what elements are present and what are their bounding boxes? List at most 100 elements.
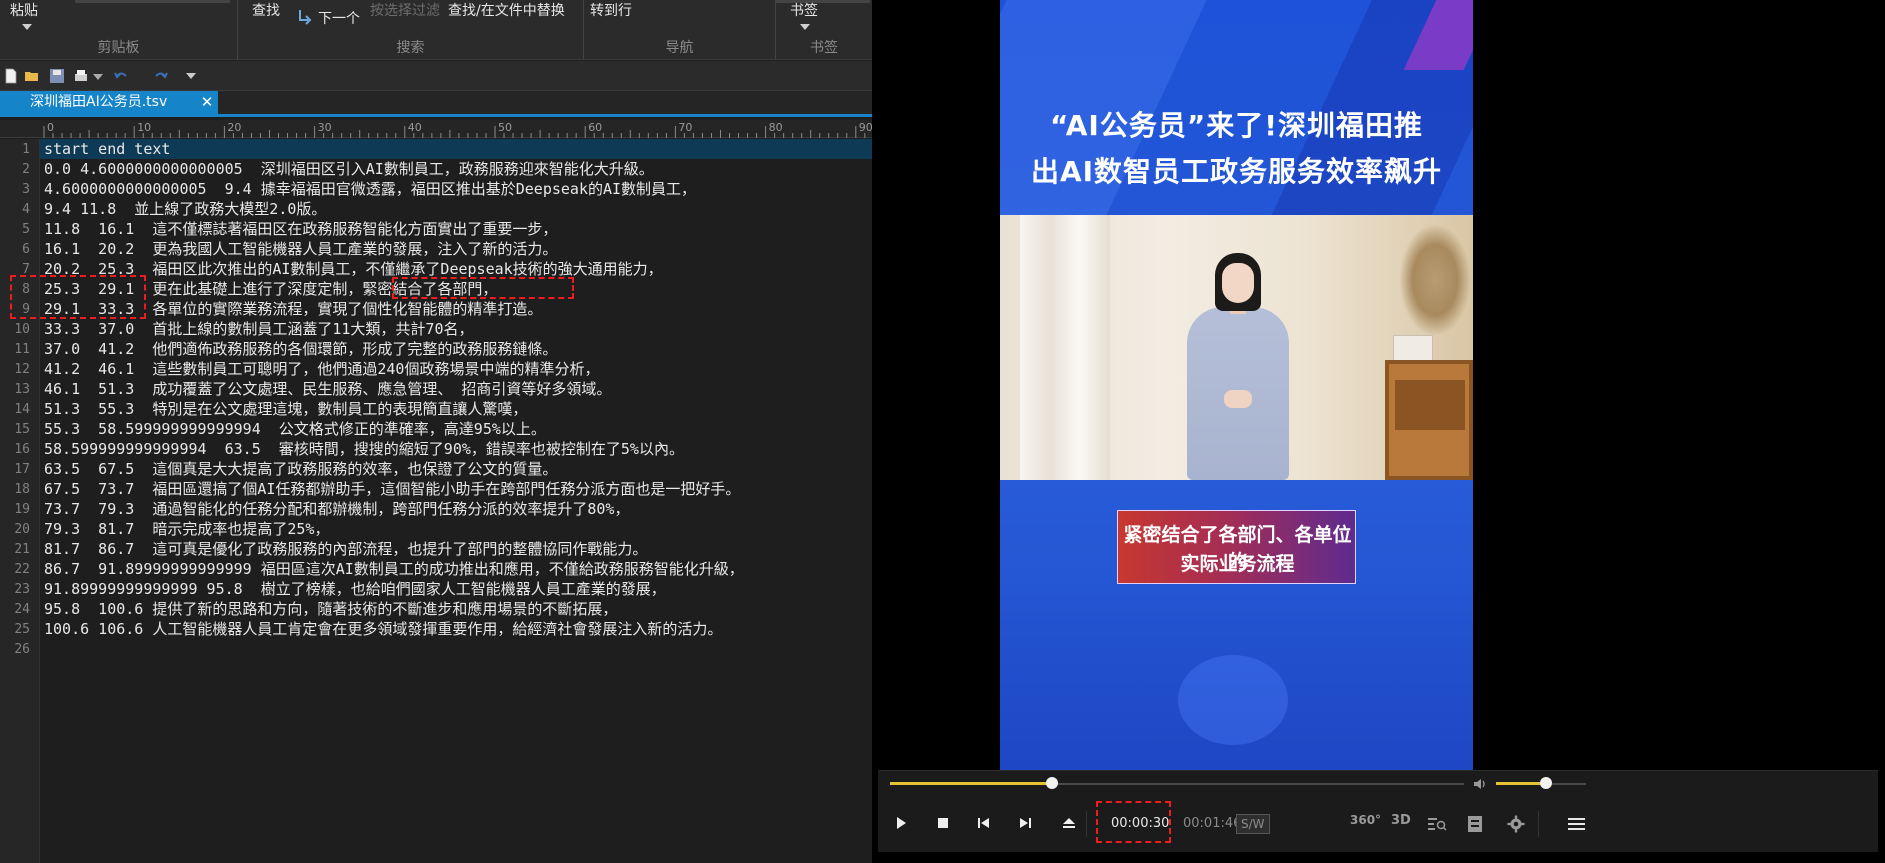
line-number: 26	[14, 642, 30, 657]
code-line[interactable]: 100.6 106.6 人工智能機器人員工肯定會在更多領域發揮重要作用，給經濟社…	[44, 619, 722, 639]
line-number: 23	[14, 582, 30, 597]
code-line[interactable]: start end text	[44, 139, 170, 159]
code-line[interactable]: 4.6000000000000005 9.4 據幸福福田官微透露，福田区推出基於…	[44, 179, 696, 199]
paste-button[interactable]: 粘贴	[10, 0, 38, 20]
play-icon[interactable]	[894, 816, 908, 830]
code-line[interactable]: 51.3 55.3 特別是在公文處理這塊，數制員工的表現簡直讓人驚嘆，	[44, 399, 527, 419]
subtitle-search-icon[interactable]	[1427, 815, 1447, 833]
seek-bar-handle[interactable]	[1046, 777, 1059, 789]
code-area[interactable]: start end text 0.0 4.6000000000000005 深圳福…	[44, 139, 872, 863]
close-tab-icon[interactable]: ✕	[198, 91, 216, 114]
code-line[interactable]: 67.5 73.7 福田區還搞了個AI任務都辦助手，這個智能小助手在跨部門任務分…	[44, 479, 740, 499]
paste-dropdown-icon[interactable]	[22, 24, 32, 30]
open-folder-icon[interactable]	[24, 68, 40, 84]
code-line[interactable]: 46.1 51.3 成功覆蓋了公文處理、民生服務、應急管理、 招商引資等好多領域…	[44, 379, 611, 399]
stop-icon[interactable]	[937, 817, 949, 829]
ribbon-group-navigation: 转到行 导航	[584, 0, 776, 60]
ruler-label: 70	[678, 121, 692, 134]
controls-divider-right	[1538, 811, 1539, 837]
code-line[interactable]: 79.3 81.7 暗示完成率也提高了25%，	[44, 519, 329, 539]
redo-icon[interactable]	[153, 68, 169, 84]
sw-decoder-toggle[interactable]: S/W	[1236, 814, 1270, 834]
line-number: 5	[22, 222, 30, 237]
highlight-timestamps-box	[10, 275, 146, 319]
line-number: 3	[22, 182, 30, 197]
bookmark-button[interactable]: 书签	[790, 0, 818, 20]
code-line[interactable]: 41.2 46.1 這些數制員工可聰明了，他們通過240個政務場景中端的精準分析…	[44, 359, 599, 379]
line-number: 22	[14, 562, 30, 577]
code-line[interactable]: 91.89999999999999 95.8 樹立了榜樣，也給咱們國家人工智能機…	[44, 579, 666, 599]
video-title-line1: “AI公务员”来了!深圳福田推	[1049, 109, 1424, 142]
save-icon[interactable]	[49, 68, 65, 84]
shelf-inner-graphic	[1395, 380, 1465, 430]
print-dropdown-icon[interactable]	[93, 74, 103, 80]
presenter-hands	[1224, 390, 1252, 408]
ruler-label: 0	[47, 121, 54, 134]
ruler-label: 50	[498, 121, 512, 134]
360-view-button[interactable]: 360°	[1350, 813, 1381, 827]
find-next-icon	[299, 10, 312, 25]
new-file-icon[interactable]	[3, 68, 19, 84]
next-icon[interactable]	[1019, 817, 1032, 829]
video-subtitle-box: 紧密结合了各部门、各单位的 实际业务流程	[1117, 510, 1356, 584]
find-replace-in-files-button[interactable]: 查找/在文件中替换	[448, 0, 565, 20]
text-editor-window: 粘贴 剪贴板 查找 下一个 按选择过滤 查找/在文件中替换 搜索 转到行 导航 …	[0, 0, 872, 863]
code-line[interactable]: 95.8 100.6 提供了新的思路和方向，隨著技術的不斷進步和應用場景的不斷拓…	[44, 599, 617, 619]
filter-selection-button[interactable]: 按选择过滤	[370, 0, 440, 20]
line-number: 14	[14, 402, 30, 417]
code-line[interactable]: 63.5 67.5 這個真是大大提高了政務服務的效率，也保證了公文的質量。	[44, 459, 557, 479]
ruler-label: 10	[137, 121, 151, 134]
print-icon[interactable]	[73, 68, 89, 84]
line-number: 6	[22, 242, 30, 257]
code-line[interactable]: 37.0 41.2 他們適佈政務服務的各個環節，形成了完整的政務服務鏈條。	[44, 339, 557, 359]
line-number: 15	[14, 422, 30, 437]
find-next-button[interactable]: 下一个	[318, 8, 360, 28]
clipboard-group-label: 剪贴板	[97, 40, 140, 56]
playlist-icon[interactable]	[1467, 815, 1483, 833]
previous-icon[interactable]	[977, 817, 990, 829]
video-frame[interactable]: “AI公务员”来了!深圳福田推 出AI数智员工政务服务效率飙升 紧密结合了各部门…	[1000, 0, 1473, 770]
settings-gear-icon[interactable]	[1507, 815, 1525, 833]
ruler-ticks: 0 10 20 30 40 50 60 70 80 90	[43, 121, 872, 138]
code-line[interactable]: 9.4 11.8 並上線了政務大模型2.0版。	[44, 199, 326, 219]
eject-icon[interactable]	[1062, 816, 1076, 830]
bookmark-group-label: 书签	[810, 40, 838, 56]
goto-line-button[interactable]: 转到行	[590, 0, 632, 20]
video-subtitle-line2: 实际业务流程	[1180, 553, 1295, 575]
highlight-text-box	[392, 277, 574, 299]
volume-slider-handle[interactable]	[1539, 777, 1552, 789]
code-line[interactable]: 73.7 79.3 通過智能化的任務分配和都辦機制，跨部門任務分派的效率提升了8…	[44, 499, 629, 519]
line-number: 12	[14, 362, 30, 377]
video-player-window: “AI公务员”来了!深圳福田推 出AI数智员工政务服务效率飙升 紧密结合了各部门…	[872, 0, 1885, 863]
line-number: 25	[14, 622, 30, 637]
code-line[interactable]: 33.3 37.0 首批上線的數制員工涵蓋了11大類，共計70名，	[44, 319, 474, 339]
controls-divider	[1086, 811, 1087, 837]
paw-watermark-graphic	[1178, 655, 1288, 745]
code-line[interactable]: 81.7 86.7 這可真是優化了政務服務的內部流程，也提升了部門的整體協同作戰…	[44, 539, 647, 559]
undo-icon[interactable]	[113, 68, 129, 84]
line-number: 17	[14, 462, 30, 477]
3d-view-button[interactable]: 3D	[1391, 813, 1411, 828]
column-ruler: 0 10 20 30 40 50 60 70 80 90	[0, 120, 872, 138]
ruler-label: 30	[318, 121, 332, 134]
ribbon-group-bookmark: 书签 书签	[776, 0, 872, 60]
menu-icon[interactable]	[1568, 817, 1585, 831]
code-line[interactable]: 86.7 91.89999999999999 福田區這次AI數制員工的成功推出和…	[44, 559, 744, 579]
customize-toolbar-icon[interactable]	[186, 73, 196, 79]
bookmark-dropdown-icon[interactable]	[800, 24, 810, 30]
volume-slider-level	[1496, 782, 1546, 785]
ruler-label: 20	[227, 121, 241, 134]
file-tab-bar: 深圳福田AI公务员.tsv ✕	[0, 91, 872, 117]
code-line[interactable]: 58.599999999999994 63.5 審核時間，搜搜的縮短了90%，錯…	[44, 439, 684, 459]
line-number-gutter: 1 2 3 4 5 6 7 8 9 10 11 12 13 14 15 16 17 18 19 20 21 22 23 24 2…	[0, 139, 40, 863]
file-tab[interactable]: 深圳福田AI公务员.tsv	[0, 91, 218, 114]
code-line[interactable]: 11.8 16.1 這不僅標誌著福田区在政務服務智能化方面實出了重要一步，	[44, 219, 557, 239]
find-button[interactable]: 查找	[252, 0, 280, 20]
code-line[interactable]: 16.1 20.2 更為我國人工智能機器人員工產業的發展，注入了新的活力。	[44, 239, 557, 259]
code-line[interactable]: 0.0 4.6000000000000005 深圳福田区引入AI數制員工，政務服…	[44, 159, 654, 179]
quick-access-toolbar	[0, 61, 872, 91]
code-line[interactable]: 55.3 58.599999999999994 公文格式修正的準確率，高達95%…	[44, 419, 546, 439]
line-number: 20	[14, 522, 30, 537]
line-number: 4	[22, 202, 30, 217]
speaker-icon[interactable]	[1472, 776, 1488, 792]
